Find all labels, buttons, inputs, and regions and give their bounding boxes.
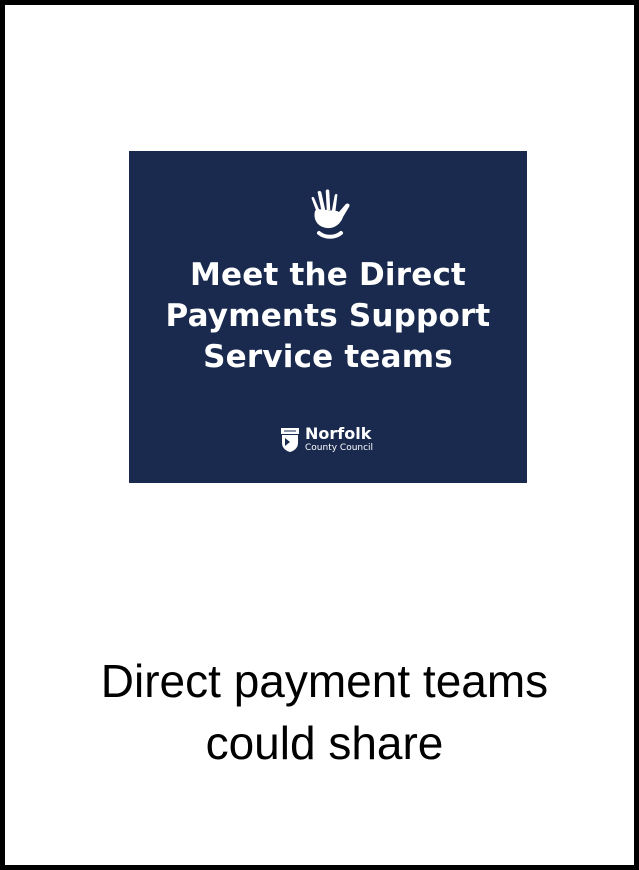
logo-name: Norfolk	[305, 424, 372, 443]
banner-title-line: Service teams	[203, 339, 453, 375]
norfolk-county-council-logo: Norfolk County Council	[280, 425, 380, 455]
banner-title-line: Meet the Direct	[189, 257, 467, 293]
waving-hand-icon	[310, 188, 350, 239]
banner-title-line: Payments Support	[165, 298, 491, 334]
caption-line: Direct payment teams	[100, 655, 549, 707]
caption: Direct payment teams could share	[5, 650, 639, 774]
banner-title: Meet the Direct Payments Support Service…	[129, 255, 527, 378]
banner-image: Meet the Direct Payments Support Service…	[129, 151, 527, 483]
card: Meet the Direct Payments Support Service…	[0, 0, 639, 870]
crest-icon	[281, 428, 299, 452]
caption-line: could share	[205, 717, 444, 769]
logo-subtitle: County Council	[305, 443, 374, 453]
